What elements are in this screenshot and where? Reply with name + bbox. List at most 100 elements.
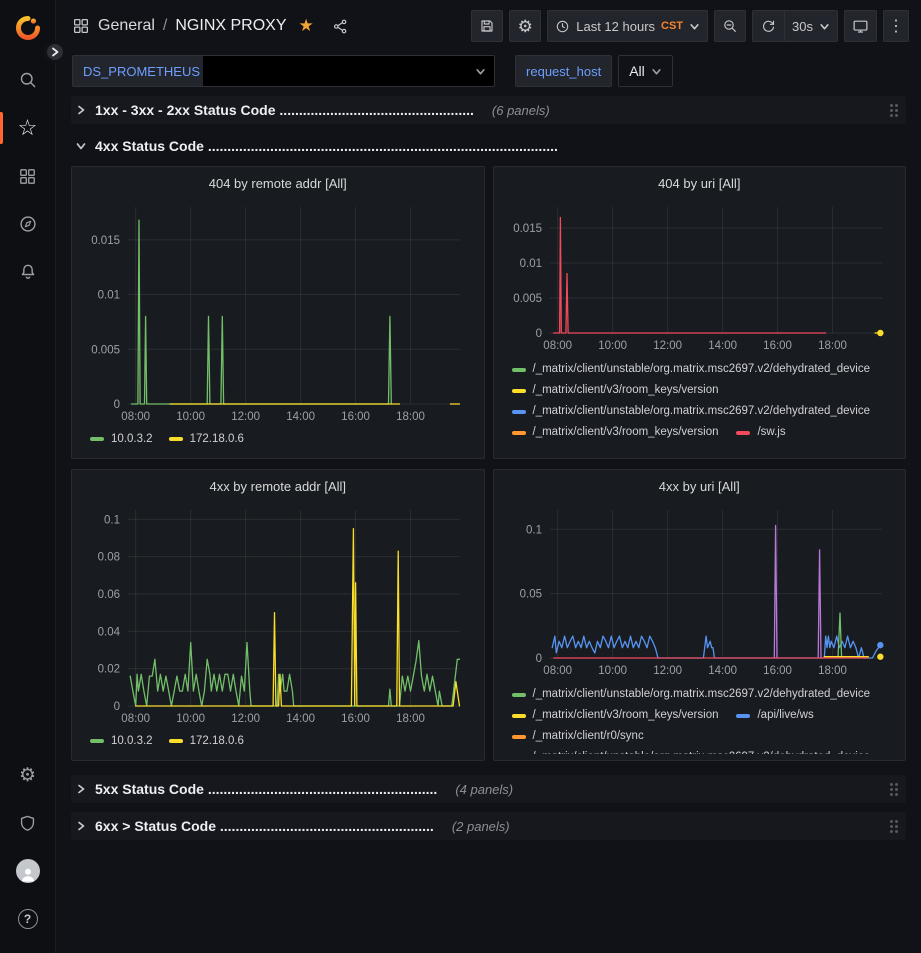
variables-bar: DS_PROMETHEUS request_host All [56, 52, 921, 90]
legend-item[interactable]: 172.18.0.6 [169, 429, 244, 450]
panel-title[interactable]: 404 by remote addr [All] [82, 173, 474, 197]
row-6xx[interactable]: 6xx > Status Code ......................… [71, 812, 906, 840]
variable-host-value-dropdown[interactable]: All [618, 55, 673, 87]
panel-title[interactable]: 4xx by remote addr [All] [82, 476, 474, 500]
panel-row-bottom: 4xx by remote addr [All] 08:0010:0012:00… [71, 469, 906, 761]
panel-404-by-remote-addr: 404 by remote addr [All] 08:0010:0012:00… [71, 166, 485, 459]
panel-title[interactable]: 4xx by uri [All] [504, 476, 896, 500]
help-icon: ? [18, 909, 38, 929]
legend-swatch [512, 410, 526, 414]
chevron-down-icon [819, 21, 830, 32]
svg-text:18:00: 18:00 [396, 713, 425, 725]
refresh-button[interactable] [752, 10, 784, 42]
sidebar-item-search[interactable] [0, 56, 56, 104]
legend-label: 10.0.3.2 [111, 731, 153, 752]
chevron-right-icon [50, 47, 60, 57]
tv-mode-button[interactable] [844, 10, 877, 42]
legend-item[interactable]: 10.0.3.2 [90, 731, 153, 752]
sidebar-item-help[interactable]: ? [0, 895, 56, 943]
legend-item[interactable]: /api/live/ws [736, 705, 813, 726]
panel-row-top: 404 by remote addr [All] 08:0010:0012:00… [71, 166, 906, 459]
legend-item[interactable]: 172.18.0.6 [169, 731, 244, 752]
refresh-group: 30s [752, 10, 838, 42]
svg-text:0.01: 0.01 [98, 290, 120, 302]
dashboard-toolbar: ⚙ Last 12 hours CST 30s [471, 10, 909, 42]
row-4xx[interactable]: 4xx Status Code ........................… [71, 132, 906, 160]
svg-text:0.06: 0.06 [98, 589, 120, 601]
grafana-app: ☆ ⚙ ? [0, 0, 921, 953]
sidebar-item-configuration[interactable]: ⚙ [0, 751, 56, 799]
row-title: 1xx - 3xx - 2xx Status Code ............… [95, 102, 474, 118]
breadcrumb-folder[interactable]: General [98, 17, 155, 35]
legend-item[interactable]: /_matrix/client/unstable/org.matrix.msc2… [512, 401, 871, 422]
sidebar-item-dashboards[interactable] [0, 152, 56, 200]
sidebar-item-explore[interactable] [0, 200, 56, 248]
chevron-right-icon [75, 783, 87, 795]
legend-item[interactable]: /_matrix/client/unstable/org.matrix.msc2… [512, 359, 871, 380]
svg-text:08:00: 08:00 [121, 411, 150, 423]
sidebar-item-alerting[interactable] [0, 248, 56, 296]
svg-text:08:00: 08:00 [543, 340, 572, 352]
legend-label: /sw.js [757, 422, 785, 443]
legend-swatch [512, 714, 526, 718]
legend-label: 172.18.0.6 [190, 429, 244, 450]
row-drag-handle[interactable] [890, 820, 898, 833]
svg-text:18:00: 18:00 [396, 411, 425, 423]
legend-item[interactable]: /_matrix/client/unstable/org.matrix.msc2… [512, 747, 871, 754]
time-range-picker[interactable]: Last 12 hours CST [547, 10, 708, 42]
row-5xx[interactable]: 5xx Status Code ........................… [71, 775, 906, 803]
legend-label: /api/live/ws [757, 705, 813, 726]
legend-item[interactable]: /_matrix/client/v3/room_keys/version [512, 380, 719, 401]
time-series-chart[interactable]: 08:0010:0012:0014:0016:0018:0000.0050.01… [504, 197, 896, 355]
legend-swatch [169, 437, 183, 441]
favorite-star-icon[interactable]: ★ [299, 16, 314, 36]
page-title[interactable]: NGINX PROXY [175, 17, 286, 35]
time-series-chart[interactable]: 08:0010:0012:0014:0016:0018:0000.050.1 [504, 500, 896, 680]
legend-swatch [512, 431, 526, 435]
svg-text:18:00: 18:00 [818, 665, 847, 677]
svg-text:14:00: 14:00 [708, 340, 737, 352]
row-drag-handle[interactable] [890, 783, 898, 796]
apps-grid-icon [72, 17, 90, 35]
row-1xx-3xx-2xx[interactable]: 1xx - 3xx - 2xx Status Code ............… [71, 96, 906, 124]
sidebar-expand-button[interactable] [44, 41, 66, 63]
sidebar-item-starred[interactable]: ☆ [0, 104, 56, 152]
dashboard-settings-button[interactable]: ⚙ [509, 10, 541, 42]
save-dashboard-button[interactable] [471, 10, 503, 42]
main-area: General / NGINX PROXY ★ ⚙ Last 12 hours [56, 0, 921, 953]
variable-ds-label[interactable]: DS_PROMETHEUS [72, 55, 211, 87]
variable-ds-value-dropdown[interactable] [203, 55, 495, 87]
search-icon [18, 70, 38, 90]
legend-item[interactable]: /_matrix/client/v3/room_keys/version [512, 705, 719, 726]
dashboard-header: General / NGINX PROXY ★ ⚙ Last 12 hours [56, 0, 921, 52]
row-panel-count: (4 panels) [455, 782, 513, 797]
bell-icon [18, 262, 38, 282]
panel-title[interactable]: 404 by uri [All] [504, 173, 896, 197]
legend-item[interactable]: /_matrix/client/r0/sync [512, 726, 644, 747]
refresh-interval-picker[interactable]: 30s [784, 10, 838, 42]
time-series-chart[interactable]: 08:0010:0012:0014:0016:0018:0000.0050.01… [82, 197, 474, 426]
svg-text:08:00: 08:00 [121, 713, 150, 725]
svg-text:0.08: 0.08 [98, 552, 120, 564]
more-options-button[interactable]: ⋮ [883, 10, 909, 42]
zoom-out-button[interactable] [714, 10, 746, 42]
clock-icon [555, 19, 570, 34]
variable-host-label[interactable]: request_host [515, 55, 612, 87]
svg-text:0.005: 0.005 [513, 293, 542, 305]
breadcrumb-separator: / [163, 17, 167, 35]
svg-text:10:00: 10:00 [176, 713, 205, 725]
legend-item[interactable]: /sw.js [736, 422, 785, 443]
time-series-chart[interactable]: 08:0010:0012:0014:0016:0018:0000.020.040… [82, 500, 474, 728]
legend-label: /_matrix/client/v3/room_keys/version [533, 380, 719, 401]
sidebar: ☆ ⚙ ? [0, 0, 56, 953]
sidebar-item-profile[interactable] [0, 847, 56, 895]
legend-label: /_matrix/client/r0/sync [533, 726, 644, 747]
person-icon [19, 865, 37, 883]
sidebar-item-server-admin[interactable] [0, 799, 56, 847]
share-button[interactable] [332, 18, 349, 35]
legend-item[interactable]: /_matrix/client/unstable/org.matrix.msc2… [512, 684, 871, 705]
row-drag-handle[interactable] [890, 104, 898, 117]
svg-text:16:00: 16:00 [341, 411, 370, 423]
legend-item[interactable]: 10.0.3.2 [90, 429, 153, 450]
legend-item[interactable]: /_matrix/client/v3/room_keys/version [512, 422, 719, 443]
